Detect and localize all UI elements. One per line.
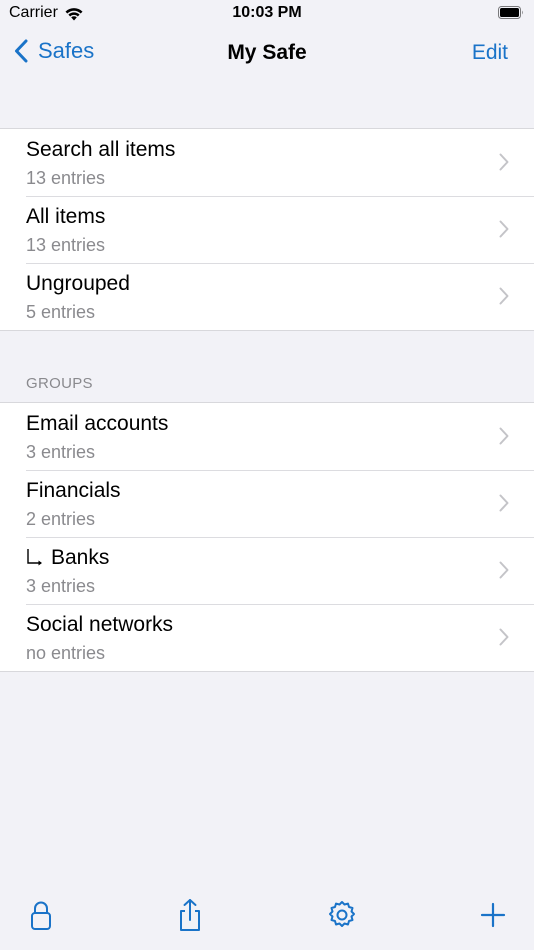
- row-title: Social networks: [26, 613, 174, 636]
- list-item-banks[interactable]: Banks 3 entries: [0, 537, 534, 604]
- edit-button[interactable]: Edit: [472, 41, 508, 65]
- row-title: Banks: [51, 546, 110, 569]
- share-icon[interactable]: [173, 898, 207, 932]
- list-item-financials[interactable]: Financials 2 entries: [0, 470, 534, 537]
- row-subtitle: 13 entries: [26, 235, 106, 255]
- row-subtitle: 5 entries: [26, 302, 96, 322]
- row-subtitle: 3 entries: [26, 442, 96, 462]
- gear-icon[interactable]: [325, 898, 359, 932]
- row-subtitle: 13 entries: [26, 168, 106, 188]
- row-title: Ungrouped: [26, 272, 130, 295]
- chevron-right-icon: [499, 220, 509, 238]
- list-item-social-networks[interactable]: Social networks no entries: [0, 604, 534, 671]
- row-subtitle: 2 entries: [26, 509, 96, 529]
- row-subtitle: 3 entries: [26, 576, 96, 596]
- chevron-right-icon: [499, 561, 509, 579]
- lock-icon[interactable]: [24, 898, 58, 932]
- row-title-nested: Banks: [26, 546, 109, 570]
- list-item-all-items[interactable]: All items 13 entries: [0, 196, 534, 263]
- status-time: 10:03 PM: [232, 4, 302, 21]
- list-item-email-accounts[interactable]: Email accounts 3 entries: [0, 403, 534, 470]
- groups-section-header: GROUPS: [26, 375, 93, 392]
- plus-icon[interactable]: [476, 898, 510, 932]
- status-bar: Carrier 10:03 PM: [0, 0, 534, 30]
- subgroup-arrow-icon: [27, 549, 42, 566]
- navigation-bar: Safes My Safe Edit: [0, 30, 534, 78]
- row-title: Search all items: [26, 138, 176, 161]
- battery-icon: [498, 6, 523, 19]
- row-title: All items: [26, 205, 106, 228]
- row-title: Email accounts: [26, 412, 169, 435]
- chevron-right-icon: [499, 287, 509, 305]
- chevron-right-icon: [499, 628, 509, 646]
- chevron-right-icon: [499, 153, 509, 171]
- top-items-section: Search all items 13 entries All items 13…: [0, 128, 534, 331]
- list-item-search-all[interactable]: Search all items 13 entries: [0, 129, 534, 196]
- groups-section: Email accounts 3 entries Financials 2 en…: [0, 402, 534, 672]
- row-subtitle: no entries: [26, 643, 106, 663]
- bottom-toolbar: [0, 890, 534, 950]
- list-item-ungrouped[interactable]: Ungrouped 5 entries: [0, 263, 534, 330]
- page-title: My Safe: [227, 41, 307, 64]
- row-title: Financials: [26, 479, 121, 502]
- chevron-right-icon: [499, 427, 509, 445]
- chevron-right-icon: [499, 494, 509, 512]
